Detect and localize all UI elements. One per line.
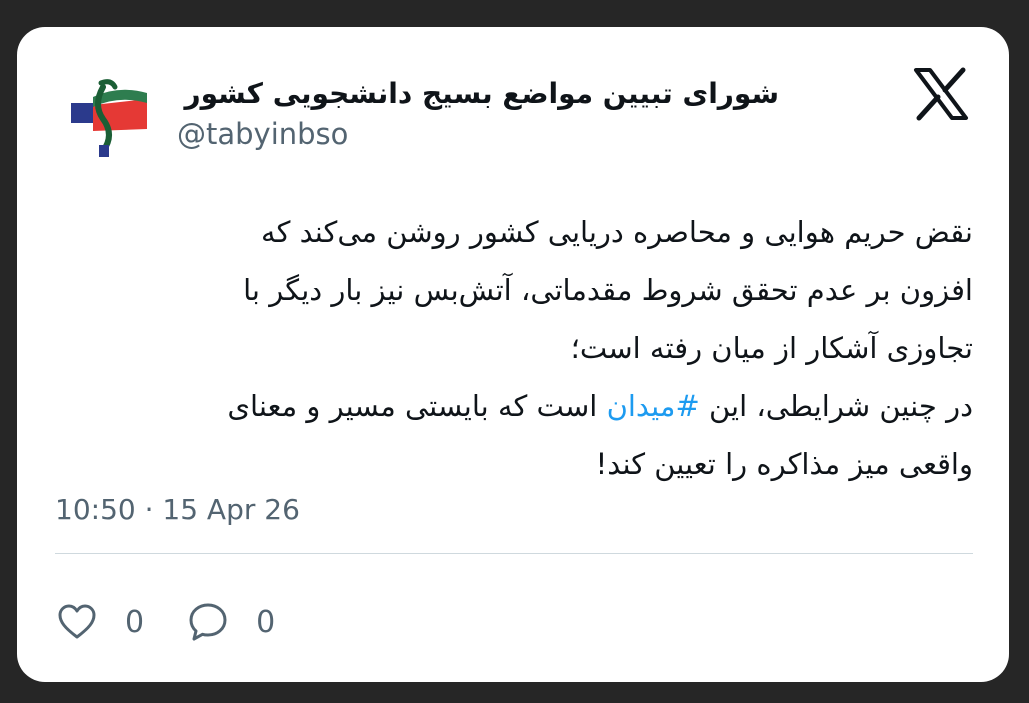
avatar[interactable] xyxy=(63,75,153,159)
tweet-text-line: واقعی میز مذاکره را تعیین کند! xyxy=(595,447,973,481)
divider xyxy=(55,553,973,554)
tweet-text-line: نقض حریم هوایی و محاصره دریایی کشور روشن… xyxy=(261,215,973,249)
author-name[interactable]: شورای تبیین مواضع بسیج دانشجویی کشور xyxy=(185,77,780,110)
tweet-text-segment: در چنین شرایطی، این xyxy=(699,389,973,423)
tweet-text-segment: است که بایستی مسیر و معنای xyxy=(227,389,607,423)
like-button[interactable]: 0 xyxy=(55,600,144,644)
speech-bubble-icon xyxy=(189,603,227,641)
tweet-text-line: افزون بر عدم تحقق شروط مقدماتی، آتش‌بس ن… xyxy=(243,273,973,307)
tweet-timestamp[interactable]: 10:50 · 15 Apr 26 xyxy=(55,493,300,526)
tweet-text-line: در چنین شرایطی، این #میدان است که بایستی… xyxy=(97,377,973,435)
hashtag-link[interactable]: #میدان xyxy=(607,389,700,423)
heart-icon xyxy=(58,604,96,639)
reply-button[interactable]: 0 xyxy=(186,600,275,644)
tweet-text: نقض حریم هوایی و محاصره دریایی کشور روشن… xyxy=(97,203,973,493)
tweet-actions: 0 0 xyxy=(55,597,275,647)
reply-count: 0 xyxy=(256,604,276,640)
tweet-text-line: تجاوزی آشکار از میان رفته است؛ xyxy=(570,331,973,365)
tweet-card: شورای تبیین مواضع بسیج دانشجویی کشور @ta… xyxy=(17,27,1009,682)
x-logo-icon[interactable] xyxy=(913,67,969,121)
like-count: 0 xyxy=(125,604,145,640)
author-handle[interactable]: @tabyinbso xyxy=(177,117,348,151)
